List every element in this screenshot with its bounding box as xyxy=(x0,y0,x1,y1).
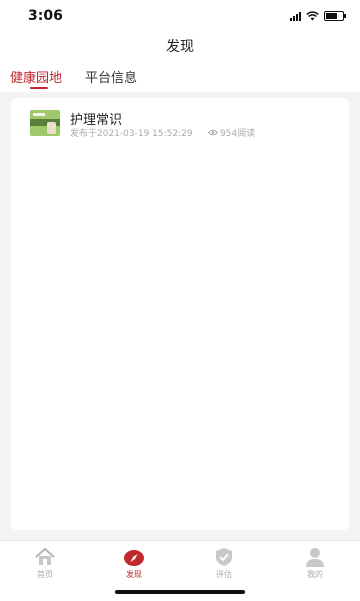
user-icon xyxy=(306,548,324,567)
status-icons xyxy=(290,11,346,21)
nav-item-discover[interactable]: 发现 xyxy=(104,546,164,580)
nav-label-home: 首页 xyxy=(37,570,53,579)
battery-icon xyxy=(324,11,346,21)
article-views: 954阅读 xyxy=(208,126,255,139)
article-thumbnail xyxy=(30,110,60,136)
page-title: 发现 xyxy=(0,34,360,60)
nav-item-assessment[interactable]: 评估 xyxy=(194,546,254,580)
nav-item-profile[interactable]: 我的 xyxy=(285,546,345,580)
status-time: 3:06 xyxy=(28,8,63,24)
tab-health-garden[interactable]: 健康园地 xyxy=(10,67,62,86)
status-bar: 3:06 xyxy=(0,0,360,34)
nav-item-home[interactable]: 首页 xyxy=(15,546,75,580)
list-item[interactable]: 护理常识 发布于2021-03-19 15:52:29 954阅读 xyxy=(30,109,330,139)
tab-bar: 健康园地 平台信息 xyxy=(0,60,360,92)
wifi-icon xyxy=(306,11,319,21)
shield-check-icon xyxy=(216,548,232,566)
article-publish-date: 发布于2021-03-19 15:52:29 xyxy=(70,129,193,139)
eye-icon xyxy=(208,129,218,136)
home-indicator xyxy=(115,590,245,594)
nav-label-profile: 我的 xyxy=(307,570,323,579)
home-icon xyxy=(35,547,55,565)
nav-label-discover: 发现 xyxy=(126,570,142,579)
signal-icon xyxy=(290,11,301,21)
active-tab-indicator xyxy=(30,87,48,89)
article-views-count: 954阅读 xyxy=(220,129,256,139)
compass-icon xyxy=(124,550,144,566)
article-list: 护理常识 发布于2021-03-19 15:52:29 954阅读 xyxy=(11,98,349,530)
nav-label-assessment: 评估 xyxy=(216,570,232,579)
tab-platform-info[interactable]: 平台信息 xyxy=(85,67,137,86)
